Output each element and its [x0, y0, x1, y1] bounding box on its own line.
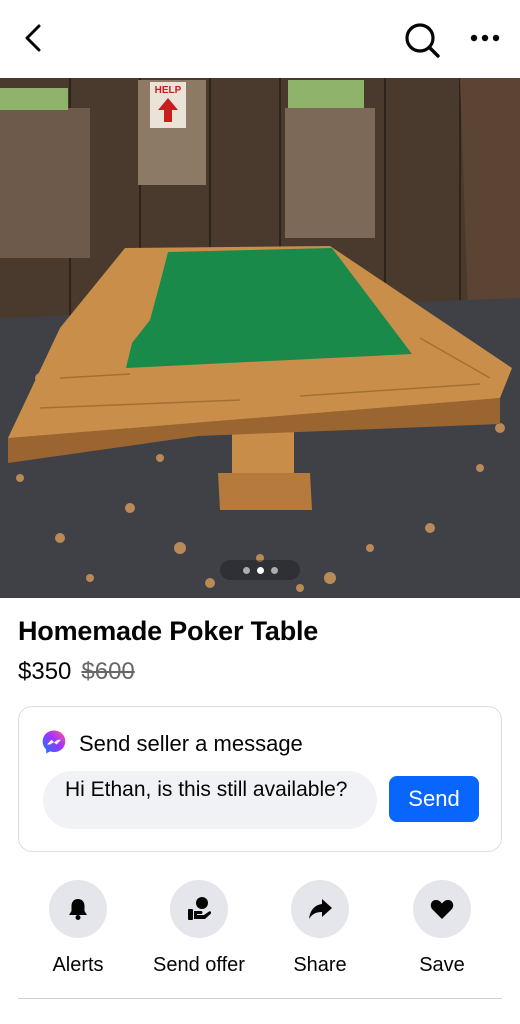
- more-dots-icon[interactable]: [466, 22, 506, 54]
- alerts-label: Alerts: [52, 954, 104, 976]
- back-arrow-icon[interactable]: [18, 22, 50, 54]
- pagination-dot-active[interactable]: [256, 566, 264, 574]
- pagination-dot[interactable]: [242, 566, 250, 574]
- messenger-icon: [41, 729, 67, 760]
- save-label: Save: [419, 954, 465, 976]
- share-button[interactable]: Share: [260, 880, 380, 977]
- heart-icon: [413, 880, 471, 938]
- search-icon[interactable]: [402, 20, 442, 60]
- listing-photo[interactable]: HELP: [0, 78, 520, 598]
- pagination-dot[interactable]: [270, 566, 278, 574]
- offer-hand-icon: [170, 880, 228, 938]
- bell-icon: [49, 880, 107, 938]
- message-seller-card: Send seller a message Hi Ethan, is this …: [18, 706, 502, 852]
- original-price: $600: [81, 658, 135, 685]
- send-offer-button[interactable]: Send offer: [139, 880, 259, 977]
- top-bar: [0, 0, 520, 78]
- action-bar: Alerts Send offer Share Save: [0, 880, 520, 990]
- photo-pagination-dots[interactable]: [220, 560, 300, 580]
- message-card-header: Send seller a message: [41, 729, 303, 759]
- listing-title: Homemade Poker Table: [18, 616, 319, 646]
- listing-price: $350: [18, 658, 72, 685]
- save-button[interactable]: Save: [382, 880, 502, 977]
- message-input[interactable]: Hi Ethan, is this still available?: [43, 771, 377, 829]
- section-divider: [18, 998, 502, 999]
- message-card-heading: Send seller a message: [79, 731, 303, 756]
- share-arrow-icon: [291, 880, 349, 938]
- send-offer-label: Send offer: [153, 954, 245, 976]
- share-label: Share: [293, 954, 347, 976]
- alerts-button[interactable]: Alerts: [18, 880, 138, 977]
- send-button[interactable]: Send: [389, 776, 479, 822]
- help-sign-text: HELP: [155, 85, 182, 96]
- price-row: $350 $600: [18, 658, 135, 686]
